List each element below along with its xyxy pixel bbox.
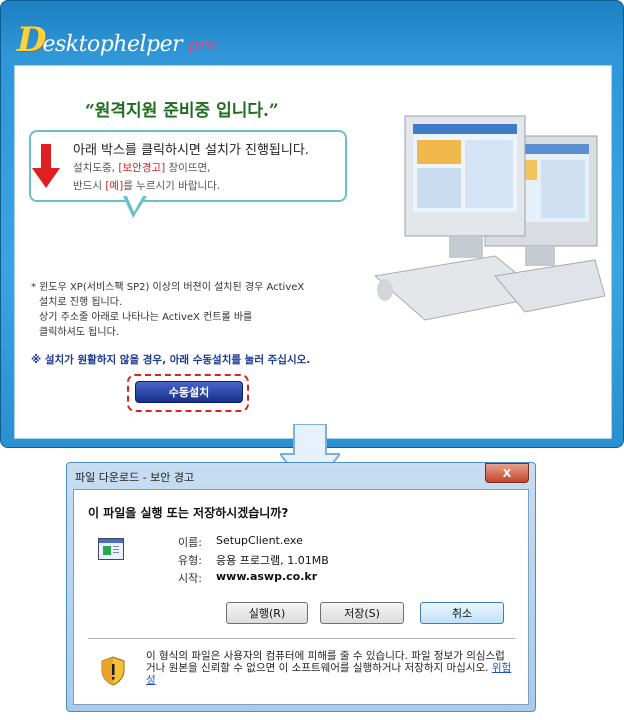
bubble-line1: 아래 박스를 클릭하시면 설치가 진행됩니다.	[73, 143, 309, 158]
dialog-title: 파일 다운로드 - 보안 경고	[75, 471, 195, 484]
run-button[interactable]: 실행(R)	[226, 602, 308, 624]
manual-install-button[interactable]: 수동설치	[135, 381, 243, 403]
note-line: 클릭하셔도 됩니다.	[39, 327, 119, 338]
bubble-tail-inner	[126, 194, 144, 212]
content-panel: “원격지원 준비중 입니다.” 아래 박스를 클릭하시면 설치가 진행됩니다. …	[14, 65, 612, 439]
name-value: SetupClient.exe	[216, 534, 303, 547]
cancel-button[interactable]: 취소	[420, 602, 504, 624]
divider	[88, 638, 516, 639]
bubble-line2: 설치도중, [보안경고] 창이뜨면,	[73, 160, 211, 175]
bubble-line3-post: 를 누르시기 바랍니다.	[123, 180, 221, 192]
source-label: 시작:	[178, 572, 202, 585]
save-button[interactable]: 저장(S)	[320, 602, 404, 624]
installer-window: D esktophelper pro “원격지원 준비중 입니다.” 아래 박스…	[0, 0, 624, 448]
bubble-line2-post: 창이뜨면,	[165, 162, 211, 174]
source-value: www.aswp.co.kr	[216, 570, 318, 583]
page-title: “원격지원 준비중 입니다.”	[85, 101, 279, 121]
bubble-line3-pre: 반드시	[73, 180, 106, 192]
security-warning: 이 형식의 파일은 사용자의 컴퓨터에 피해를 줄 수 있습니다. 파일 정보가…	[146, 650, 512, 686]
activex-note: * 윈도우 XP(서비스팩 SP2) 이상의 버젼이 설치된 경우 Active…	[31, 280, 304, 340]
name-label: 이름:	[178, 536, 202, 549]
type-label: 유형:	[178, 554, 202, 567]
dialog-body: 이 파일을 실행 또는 저장하시겠습니까? 이름: SetupClient.ex…	[73, 489, 529, 705]
bubble-line2-pre: 설치도중,	[73, 162, 119, 174]
security-warning-text: [보안경고]	[118, 162, 166, 174]
close-button[interactable]: X	[485, 463, 529, 483]
yes-text: [예]	[105, 180, 124, 192]
dialog-question: 이 파일을 실행 또는 저장하시겠습니까?	[88, 506, 289, 520]
logo-suffix: pro	[188, 35, 218, 55]
bubble-line3: 반드시 [예]를 누르시기 바랍니다.	[73, 178, 220, 193]
note-line: 설치로 진행 됩니다.	[39, 297, 123, 308]
warning-text: 이 형식의 파일은 사용자의 컴퓨터에 피해를 줄 수 있습니다. 파일 정보가…	[146, 650, 505, 674]
logo-text: esktophelper	[42, 32, 183, 57]
desktophelper-logo: D esktophelper pro	[17, 21, 217, 57]
type-value: 응용 프로그램, 1.01MB	[216, 554, 329, 567]
note-line: 상기 주소줄 아래로 나타나는 ActiveX 컨트롤 바를	[39, 312, 253, 323]
security-shield-icon	[101, 656, 125, 686]
manual-install-highlight: 수동설치	[127, 374, 249, 412]
computer-monitors-illustration	[373, 115, 605, 321]
instruction-bubble: 아래 박스를 클릭하시면 설치가 진행됩니다. 설치도중, [보안경고] 창이뜨…	[29, 130, 347, 202]
down-arrow-icon	[32, 144, 60, 188]
note-line: * 윈도우 XP(서비스팩 SP2) 이상의 버젼이 설치된 경우 Active…	[31, 282, 305, 293]
file-download-dialog: 파일 다운로드 - 보안 경고 X 이 파일을 실행 또는 저장하시겠습니까? …	[66, 462, 536, 712]
manual-install-notice: ※ 설치가 원활하지 않을 경우, 아래 수동설치를 눌러 주십시오.	[31, 354, 311, 366]
application-file-icon	[98, 538, 124, 560]
